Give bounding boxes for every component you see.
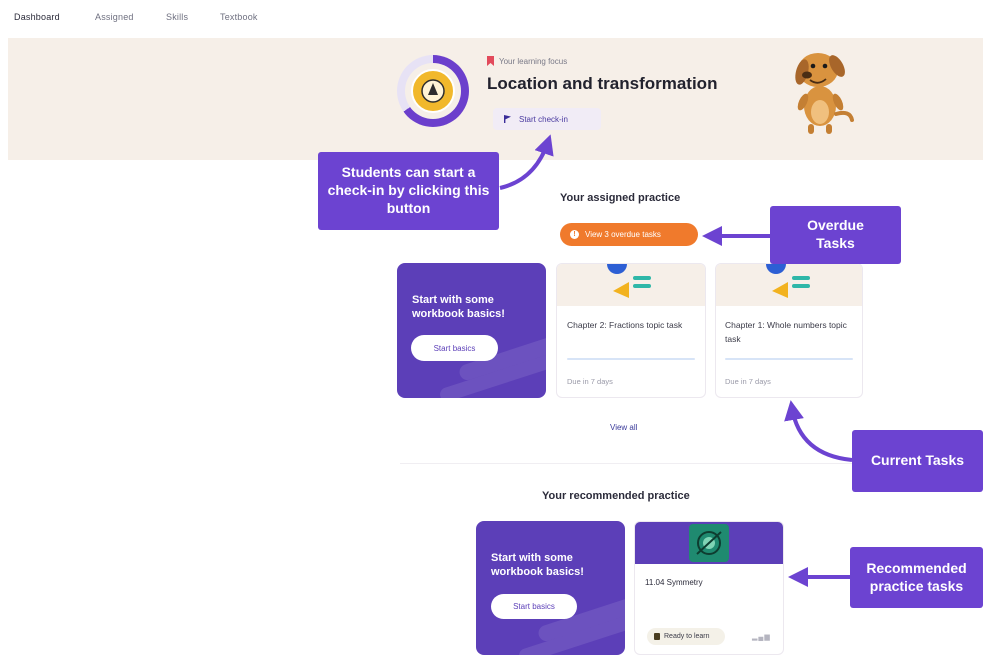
checkin-arrow bbox=[499, 134, 554, 190]
current-tasks-callout: Current Tasks bbox=[852, 430, 983, 492]
annotation-arrows bbox=[499, 134, 853, 587]
overdue-callout: Overdue Tasks bbox=[770, 206, 901, 264]
current-tasks-arrow bbox=[784, 400, 853, 462]
checkin-callout: Students can start a check-in by clickin… bbox=[318, 152, 499, 230]
recommended-callout: Recommended practice tasks bbox=[850, 547, 983, 608]
